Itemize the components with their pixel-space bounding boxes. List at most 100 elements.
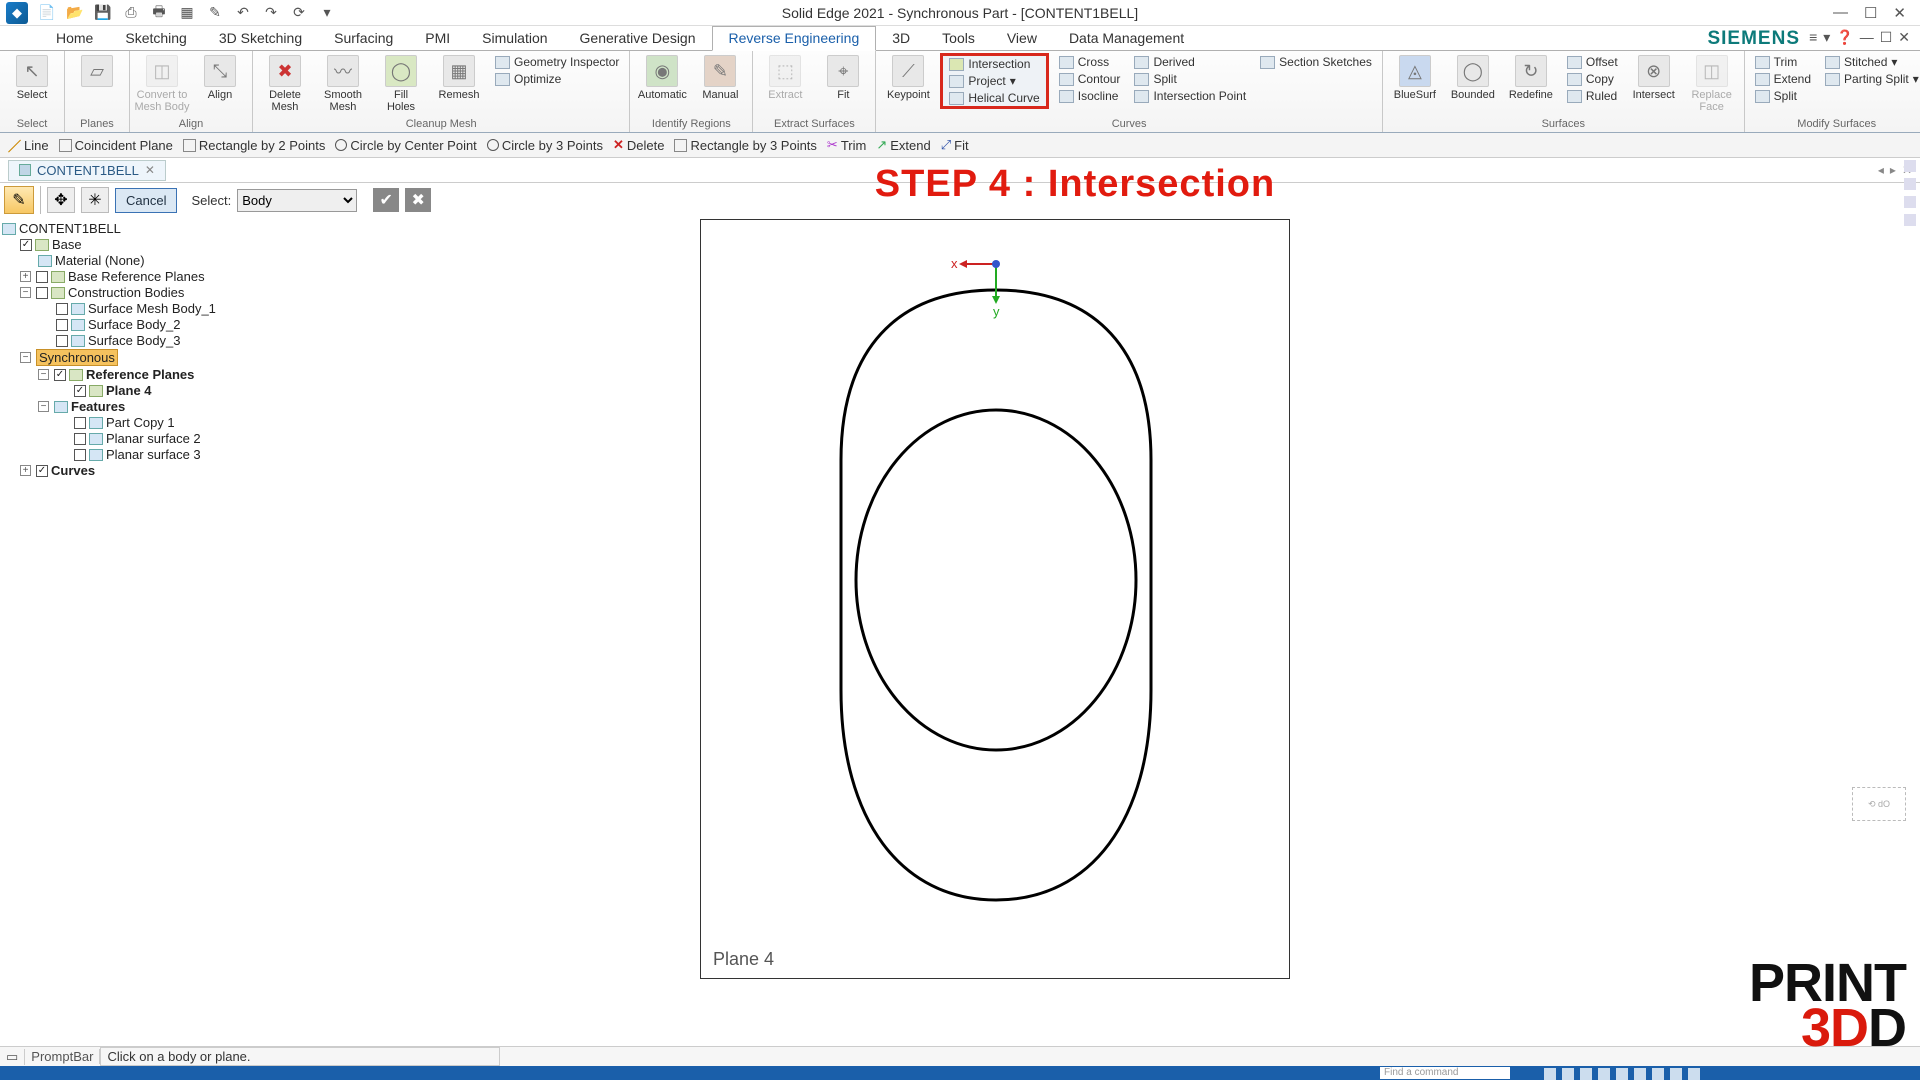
- tab-surfacing[interactable]: Surfacing: [318, 27, 409, 50]
- tree-curves[interactable]: Curves: [51, 463, 95, 478]
- doc-tab-content1bell[interactable]: CONTENT1BELL ✕: [8, 160, 166, 181]
- optimize-button[interactable]: Optimize: [491, 71, 623, 87]
- redefine-button[interactable]: ↻Redefine: [1505, 53, 1557, 101]
- tray-icon[interactable]: [1616, 1068, 1628, 1080]
- split-curve-button[interactable]: Split: [1130, 71, 1250, 87]
- contour-button[interactable]: Contour: [1055, 71, 1125, 87]
- tab-datamgmt[interactable]: Data Management: [1053, 27, 1200, 50]
- tree-baseref[interactable]: Base Reference Planes: [68, 269, 205, 284]
- helical-button[interactable]: Helical Curve: [945, 90, 1043, 106]
- offset-button[interactable]: Offset: [1563, 54, 1622, 70]
- help-close-icon[interactable]: ✕: [1898, 29, 1910, 46]
- pathfinder-tree[interactable]: CONTENT1BELL ✓Base Material (None) +Base…: [0, 217, 230, 1046]
- expander-icon[interactable]: −: [38, 401, 49, 412]
- tray-icon[interactable]: [1544, 1068, 1556, 1080]
- fit-cmd[interactable]: ⤢Fit: [941, 137, 969, 153]
- tray-icon[interactable]: [1670, 1068, 1682, 1080]
- tree-refp[interactable]: Reference Planes: [86, 367, 194, 382]
- refresh-icon[interactable]: ⟳: [290, 4, 308, 22]
- expander-icon[interactable]: −: [20, 287, 31, 298]
- print-icon[interactable]: 🖶: [150, 4, 168, 22]
- tray-icon[interactable]: [1562, 1068, 1574, 1080]
- tab-3d[interactable]: 3D: [876, 27, 926, 50]
- line-cmd[interactable]: ／Line: [8, 136, 49, 155]
- derived-button[interactable]: Derived: [1130, 54, 1250, 70]
- save-all-icon[interactable]: ⎙: [122, 4, 140, 22]
- stitched-button[interactable]: Stitched ▾: [1821, 54, 1920, 70]
- checkbox[interactable]: ✓: [36, 465, 48, 477]
- remesh-button[interactable]: ▦Remesh: [433, 53, 485, 101]
- tray-icon[interactable]: [1580, 1068, 1592, 1080]
- checkbox[interactable]: [74, 433, 86, 445]
- auto-regions-button[interactable]: ◉Automatic: [636, 53, 688, 101]
- tab-tools[interactable]: Tools: [926, 27, 991, 50]
- expander-icon[interactable]: −: [20, 352, 31, 363]
- intersection-button[interactable]: Intersection: [945, 56, 1043, 72]
- circle3-cmd[interactable]: Circle by 3 Points: [487, 138, 603, 153]
- tab-sketching[interactable]: Sketching: [109, 27, 202, 50]
- app-icon[interactable]: ◆: [6, 2, 28, 24]
- tree-sb3[interactable]: Surface Body_3: [88, 333, 181, 348]
- tab-nav-right-icon[interactable]: ▸: [1890, 163, 1896, 177]
- tray-icon[interactable]: [1688, 1068, 1700, 1080]
- tab-view[interactable]: View: [991, 27, 1053, 50]
- planes-button[interactable]: ▱: [71, 53, 123, 101]
- delete-cmd[interactable]: ✕Delete: [613, 137, 664, 153]
- tree-ps3[interactable]: Planar surface 3: [106, 447, 201, 462]
- help-question-icon[interactable]: ❓: [1836, 29, 1853, 46]
- find-command-input[interactable]: Find a command: [1380, 1067, 1510, 1079]
- tree-sync[interactable]: Synchronous: [36, 349, 118, 366]
- checkbox[interactable]: [74, 417, 86, 429]
- tree-root[interactable]: CONTENT1BELL: [19, 221, 121, 236]
- coincident-plane-cmd[interactable]: Coincident Plane: [59, 138, 173, 153]
- bluesurf-button[interactable]: ◬BlueSurf: [1389, 53, 1441, 101]
- checkbox[interactable]: [36, 287, 48, 299]
- tree-pc1[interactable]: Part Copy 1: [106, 415, 175, 430]
- save-icon[interactable]: 💾: [94, 4, 112, 22]
- close-icon[interactable]: ✕: [1893, 4, 1906, 22]
- checkbox[interactable]: [56, 319, 68, 331]
- expander-icon[interactable]: +: [20, 465, 31, 476]
- bounded-button[interactable]: ◯Bounded: [1447, 53, 1499, 101]
- tab-simulation[interactable]: Simulation: [466, 27, 563, 50]
- cancel-button[interactable]: Cancel: [115, 188, 177, 213]
- int-point-button[interactable]: Intersection Point: [1130, 88, 1250, 104]
- tab-reverse-eng[interactable]: Reverse Engineering: [712, 26, 877, 51]
- tray-icon[interactable]: [1598, 1068, 1610, 1080]
- delete-mesh-button[interactable]: ✖Delete Mesh: [259, 53, 311, 113]
- new-icon[interactable]: 📄: [38, 4, 56, 22]
- tree-ps2[interactable]: Planar surface 2: [106, 431, 201, 446]
- tree-plane4[interactable]: Plane 4: [106, 383, 152, 398]
- minimize-icon[interactable]: —: [1833, 4, 1848, 22]
- keypoint-button[interactable]: ⟋Keypoint: [882, 53, 934, 101]
- checkbox[interactable]: [36, 271, 48, 283]
- checkbox[interactable]: [56, 335, 68, 347]
- checkbox[interactable]: [74, 449, 86, 461]
- align-button[interactable]: ⤡Align: [194, 53, 246, 101]
- checkbox[interactable]: ✓: [20, 239, 32, 251]
- rect2-cmd[interactable]: Rectangle by 2 Points: [183, 138, 325, 153]
- expander-icon[interactable]: +: [20, 271, 31, 282]
- rect3-cmd[interactable]: Rectangle by 3 Points: [674, 138, 816, 153]
- select-button[interactable]: ↖Select: [6, 53, 58, 101]
- cmdbar-main-icon[interactable]: ✎: [4, 186, 34, 214]
- doc-tab-close-icon[interactable]: ✕: [145, 163, 155, 177]
- help-restore-icon[interactable]: ☐: [1880, 29, 1893, 46]
- checkbox[interactable]: [56, 303, 68, 315]
- view-indicator[interactable]: ⟲ dO: [1852, 787, 1906, 821]
- select-body-dropdown[interactable]: Body: [237, 189, 357, 212]
- help-minimize-icon[interactable]: —: [1860, 29, 1874, 46]
- sketch-icon[interactable]: ✎: [206, 4, 224, 22]
- cross-button[interactable]: Cross: [1055, 54, 1125, 70]
- accept-button[interactable]: ✔: [373, 188, 399, 212]
- tab-generative[interactable]: Generative Design: [564, 27, 712, 50]
- split-surf-button[interactable]: Split: [1751, 88, 1815, 104]
- project-button[interactable]: Project ▾: [945, 73, 1043, 89]
- extend-surf-button[interactable]: Extend: [1751, 71, 1815, 87]
- manual-regions-button[interactable]: ✎Manual: [694, 53, 746, 101]
- trim-cmd[interactable]: ✂Trim: [827, 137, 866, 153]
- tab-pmi[interactable]: PMI: [409, 27, 466, 50]
- tab-nav-left-icon[interactable]: ◂: [1878, 163, 1884, 177]
- tree-constr[interactable]: Construction Bodies: [68, 285, 184, 300]
- open-icon[interactable]: 📂: [66, 4, 84, 22]
